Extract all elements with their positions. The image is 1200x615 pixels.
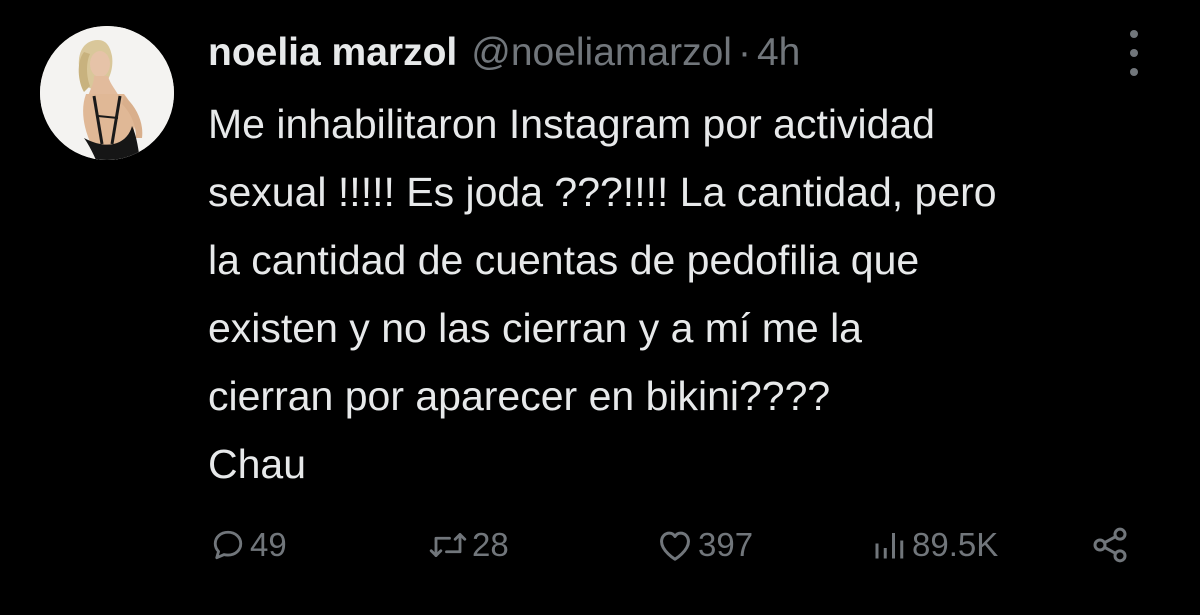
tweet-actions: 49 28 397 89.5K (0, 515, 1200, 575)
reply-button[interactable]: 49 (210, 515, 287, 575)
tweet-text-line: Chau (208, 441, 307, 487)
repost-button[interactable]: 28 (428, 515, 509, 575)
share-nodes-icon (1093, 527, 1127, 563)
tweet-text-line: existen y no las cierran y a mí me la (208, 305, 862, 351)
tweet-text-line: Me inhabilitaron Instagram por actividad (208, 101, 935, 147)
like-count: 397 (698, 526, 754, 563)
views-button[interactable]: 89.5K (870, 515, 998, 575)
like-button[interactable]: 397 (656, 515, 753, 575)
tweet-text-line: cierran por aparecer en bikini???? (208, 373, 831, 419)
author-handle[interactable]: @noeliamarzol (471, 31, 732, 75)
reply-count: 49 (250, 526, 287, 563)
tweet-text-line: la cantidad de cuentas de pedofilia que (208, 237, 920, 283)
more-options-button[interactable] (1122, 30, 1146, 76)
share-button[interactable] (1086, 515, 1138, 575)
reply-bubble-icon (213, 530, 243, 560)
tweet-header: noelia marzol @noeliamarzol · 4h (208, 28, 800, 78)
tweet-text-line: sexual !!!!! Es joda ???!!!! La cantidad… (208, 169, 997, 215)
profile-photo-icon (40, 26, 174, 160)
tweet-timestamp[interactable]: 4h (757, 31, 800, 75)
author-name[interactable]: noelia marzol (208, 31, 457, 75)
avatar[interactable] (40, 26, 174, 160)
heart-icon (660, 531, 690, 561)
separator-dot: · (737, 31, 751, 74)
vertical-ellipsis-icon (1130, 30, 1138, 38)
repost-arrows-icon (429, 533, 467, 557)
tweet-text: Me inhabilitaron Instagram por actividad… (208, 90, 1168, 498)
bar-chart-icon (875, 533, 904, 559)
tweet: noelia marzol @noeliamarzol · 4h Me inha… (0, 0, 1200, 615)
repost-count: 28 (472, 526, 509, 563)
view-count: 89.5K (912, 526, 999, 563)
